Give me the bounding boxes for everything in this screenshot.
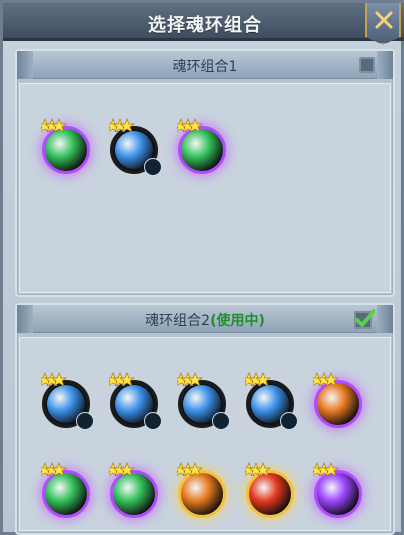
star-rating-icon <box>313 372 340 386</box>
green-leaf-soul-ring-icon[interactable] <box>40 118 92 174</box>
soul-ring-orb <box>42 126 90 174</box>
soul-ring-orb <box>314 470 362 518</box>
soul-ring-orb <box>110 470 158 518</box>
header-right-ornament <box>377 305 393 333</box>
group-1-rings-area <box>19 83 391 293</box>
star-rating-icon <box>109 118 136 132</box>
badge-icon <box>76 412 94 430</box>
group-1-header: 魂环组合1 <box>17 51 393 79</box>
purple-flame-soul-ring-icon[interactable] <box>312 462 364 518</box>
flame-beast-soul-ring-icon[interactable] <box>244 462 296 518</box>
star-rating-icon <box>313 462 340 476</box>
soul-ring-group-1[interactable]: 魂环组合1 <box>15 49 395 297</box>
soul-ring-orb <box>314 380 362 428</box>
group-2-header: 魂环组合2(使用中) <box>17 305 393 333</box>
star-rating-icon <box>41 372 68 386</box>
green-sprout-soul-ring-icon[interactable] <box>176 118 228 174</box>
fire-swirl-soul-ring-icon[interactable] <box>312 372 364 428</box>
close-icon <box>375 11 393 29</box>
star-rating-icon <box>109 372 136 386</box>
soul-ring-orb <box>178 126 226 174</box>
soul-ring-group-2[interactable]: 魂环组合2(使用中) <box>15 303 395 535</box>
group-2-rings-area <box>19 337 391 531</box>
star-rating-icon <box>109 462 136 476</box>
group-1-title: 魂环组合1 <box>172 59 238 75</box>
badge-icon <box>144 412 162 430</box>
badge-icon <box>280 412 298 430</box>
water-swirl-soul-ring-icon[interactable] <box>40 372 94 430</box>
blue-dragon-soul-ring-icon[interactable] <box>244 372 298 430</box>
star-rating-icon <box>177 372 204 386</box>
checkmark-icon[interactable] <box>353 309 375 329</box>
star-rating-icon <box>177 118 204 132</box>
green-leaf-soul-ring-icon[interactable] <box>108 462 160 518</box>
group-1-checkbox[interactable] <box>359 57 375 73</box>
group-2-title: 魂环组合2(使用中) <box>145 313 265 329</box>
badge-icon <box>212 412 230 430</box>
dark-blade-soul-ring-icon[interactable] <box>176 372 230 430</box>
close-button[interactable] <box>365 3 401 45</box>
sun-swirl-soul-ring-icon[interactable] <box>176 462 228 518</box>
dark-blade-soul-ring-icon[interactable] <box>108 118 162 176</box>
star-rating-icon <box>41 462 68 476</box>
dialog-titlebar: 选择魂环组合 <box>3 3 404 45</box>
star-rating-icon <box>177 462 204 476</box>
header-right-ornament <box>377 51 393 79</box>
green-sprout-soul-ring-icon[interactable] <box>40 462 92 518</box>
badge-icon <box>144 158 162 176</box>
dialog-frame: 选择魂环组合 魂环组合1 魂环组合2(使用中) <box>0 0 404 535</box>
soul-ring-orb <box>42 470 90 518</box>
star-rating-icon <box>245 372 272 386</box>
soul-ring-orb <box>246 470 294 518</box>
soul-ring-orb <box>178 470 226 518</box>
blue-beast-soul-ring-icon[interactable] <box>108 372 162 430</box>
star-rating-icon <box>41 118 68 132</box>
star-rating-icon <box>245 462 272 476</box>
dialog-title: 选择魂环组合 <box>148 15 262 36</box>
